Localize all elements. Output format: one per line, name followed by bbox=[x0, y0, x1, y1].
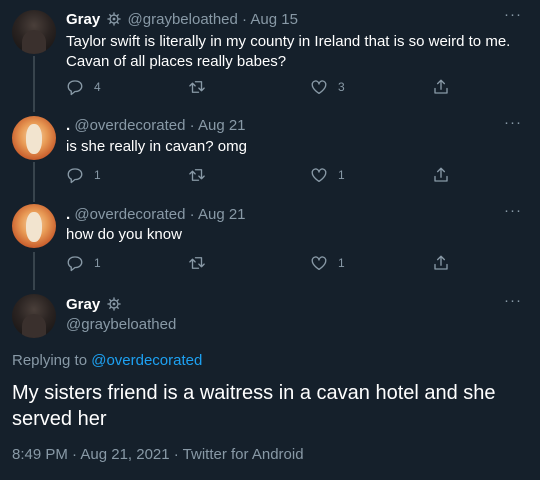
replying-to-link[interactable]: @overdecorated bbox=[91, 352, 202, 369]
tweet-text-line: served her bbox=[12, 408, 107, 430]
tweet-header: Gray @graybeloathed · Aug 15 bbox=[66, 11, 298, 28]
tweet-header: . @overdecorated · Aug 21 bbox=[66, 206, 246, 223]
user-handle[interactable]: @overdecorated bbox=[74, 206, 185, 223]
share-button[interactable] bbox=[432, 78, 450, 96]
avatar[interactable] bbox=[12, 10, 56, 54]
share-button[interactable] bbox=[432, 254, 450, 272]
share-icon bbox=[434, 255, 448, 270]
separator: · bbox=[189, 117, 195, 134]
tweet-actions: 1 1 bbox=[66, 254, 466, 274]
tweet-header: @graybeloathed bbox=[66, 316, 176, 333]
more-options-button[interactable]: ··· bbox=[504, 6, 522, 23]
retweet-icon bbox=[189, 81, 205, 93]
tweet-text-line: is she really in cavan? omg bbox=[66, 138, 247, 155]
more-options-button[interactable]: ··· bbox=[504, 202, 522, 219]
reply-count: 1 bbox=[94, 168, 101, 182]
tweet-date[interactable]: Aug 15 bbox=[250, 11, 298, 28]
reply-button[interactable]: 1 bbox=[66, 254, 101, 272]
more-options-button[interactable]: ··· bbox=[504, 292, 522, 309]
like-count: 1 bbox=[338, 168, 345, 182]
reply-icon bbox=[67, 168, 83, 184]
tweet-date[interactable]: Aug 21 bbox=[198, 117, 246, 134]
avatar[interactable] bbox=[12, 116, 56, 160]
tweet-actions: 1 1 bbox=[66, 166, 466, 186]
tweet-text: Taylor swift is literally in my county i… bbox=[66, 32, 526, 72]
like-button[interactable]: 1 bbox=[310, 166, 345, 184]
retweet-button[interactable] bbox=[188, 254, 216, 272]
retweet-icon bbox=[189, 257, 205, 269]
heart-icon bbox=[311, 256, 327, 271]
like-button[interactable]: 1 bbox=[310, 254, 345, 272]
tweet-date[interactable]: Aug 21 bbox=[198, 206, 246, 223]
user-handle[interactable]: @graybeloathed bbox=[66, 316, 176, 333]
heart-icon bbox=[311, 168, 327, 183]
thread-line bbox=[33, 162, 35, 202]
more-options-button[interactable]: ··· bbox=[504, 114, 522, 131]
display-name[interactable]: Gray bbox=[66, 11, 100, 28]
share-icon bbox=[434, 167, 448, 182]
reply-icon bbox=[67, 80, 83, 96]
share-icon bbox=[434, 79, 448, 94]
share-button[interactable] bbox=[432, 166, 450, 184]
tweet-text: how do you know bbox=[66, 225, 526, 245]
like-count: 1 bbox=[338, 256, 345, 270]
replying-to: Replying to @overdecorated bbox=[12, 352, 202, 369]
separator: · bbox=[242, 11, 248, 28]
gear-icon bbox=[107, 297, 121, 311]
tweet-timestamp[interactable]: 8:49 PM · Aug 21, 2021 · Twitter for And… bbox=[12, 446, 304, 463]
like-count: 3 bbox=[338, 80, 345, 94]
avatar[interactable] bbox=[12, 294, 56, 338]
like-button[interactable]: 3 bbox=[310, 78, 345, 96]
user-handle[interactable]: @overdecorated bbox=[74, 117, 185, 134]
gear-icon bbox=[107, 12, 121, 26]
retweet-button[interactable] bbox=[188, 78, 216, 96]
heart-icon bbox=[311, 80, 327, 95]
replying-label: Replying to bbox=[12, 352, 88, 369]
display-name[interactable]: Gray bbox=[66, 296, 100, 313]
retweet-icon bbox=[189, 169, 205, 181]
reply-count: 1 bbox=[94, 256, 101, 270]
reply-button[interactable]: 4 bbox=[66, 78, 101, 96]
display-name[interactable]: . bbox=[66, 206, 70, 223]
retweet-button[interactable] bbox=[188, 166, 216, 184]
display-name[interactable]: . bbox=[66, 117, 70, 134]
tweet-text-line: My sisters friend is a waitress in a cav… bbox=[12, 382, 496, 404]
tweet-text: is she really in cavan? omg bbox=[66, 137, 526, 157]
thread-line bbox=[33, 56, 35, 112]
tweet-text-line: Taylor swift is literally in my county i… bbox=[66, 33, 511, 50]
tweet-text: My sisters friend is a waitress in a cav… bbox=[12, 380, 522, 432]
reply-icon bbox=[67, 256, 83, 272]
thread-line bbox=[33, 252, 35, 290]
reply-count: 4 bbox=[94, 80, 101, 94]
tweet-text-line: how do you know bbox=[66, 226, 182, 243]
tweet-header: . @overdecorated · Aug 21 bbox=[66, 117, 246, 134]
tweet-header: Gray bbox=[66, 296, 123, 313]
avatar[interactable] bbox=[12, 204, 56, 248]
user-handle[interactable]: @graybeloathed bbox=[128, 11, 238, 28]
reply-button[interactable]: 1 bbox=[66, 166, 101, 184]
tweet-text-line: Cavan of all places really babes? bbox=[66, 53, 287, 70]
tweet-actions: 4 3 bbox=[66, 78, 466, 98]
separator: · bbox=[189, 206, 195, 223]
